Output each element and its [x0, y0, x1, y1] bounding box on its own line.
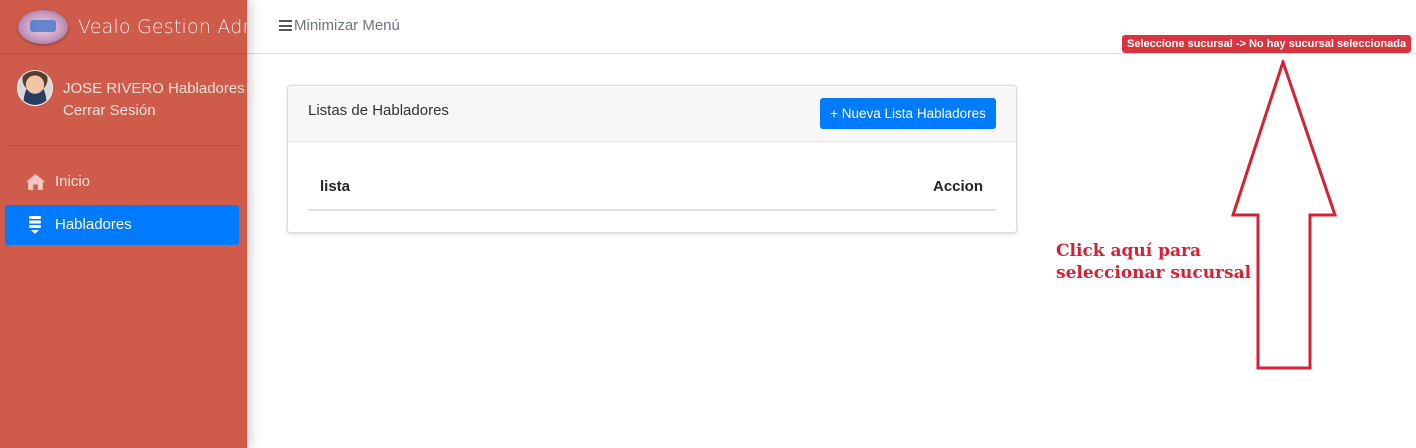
habladores-table: lista Accion [308, 164, 996, 211]
app-title: Vealo Gestion Admin [78, 15, 247, 38]
new-list-button[interactable]: + Nueva Lista Habladores [820, 98, 996, 129]
annotation-text: Click aquí para seleccionar sucursal [1056, 240, 1276, 284]
annotation-line-1: Click aquí para [1056, 241, 1202, 261]
user-panel: JOSE RIVERO Habladores Cerrar Sesión [17, 70, 245, 130]
sidebar: Vealo Gestion Admin JOSE RIVERO Hablador… [0, 0, 247, 448]
sidebar-item-inicio[interactable]: Inicio [5, 162, 239, 202]
logout-link[interactable]: Cerrar Sesión [63, 100, 245, 122]
hamburger-icon [279, 20, 293, 31]
column-header-lista: lista [320, 178, 351, 195]
sidebar-divider [5, 145, 239, 146]
minimize-menu-button[interactable]: Minimizar Menú [279, 17, 400, 34]
avatar [17, 70, 53, 106]
card-title: Listas de Habladores [308, 102, 449, 119]
card-header: Listas de Habladores + Nueva Lista Habla… [288, 86, 1016, 142]
user-name[interactable]: JOSE RIVERO Habladores [63, 78, 245, 100]
annotation-line-2: seleccionar sucursal [1056, 263, 1252, 283]
home-icon [24, 172, 46, 192]
column-header-accion: Accion [932, 178, 983, 195]
sidebar-item-habladores[interactable]: Habladores [5, 205, 239, 245]
minimize-menu-label: Minimizar Menú [294, 17, 400, 34]
sidebar-item-label: Inicio [55, 173, 91, 190]
brand[interactable]: Vealo Gestion Admin [0, 0, 247, 54]
habladores-card: Listas de Habladores + Nueva Lista Habla… [287, 85, 1017, 233]
brand-logo [18, 9, 68, 44]
annotation-arrow-icon [1230, 60, 1338, 370]
list-icon [24, 215, 46, 235]
branch-selector-badge[interactable]: Seleccione sucursal -> No hay sucursal s… [1122, 35, 1412, 53]
sidebar-item-label: Habladores [55, 216, 132, 233]
